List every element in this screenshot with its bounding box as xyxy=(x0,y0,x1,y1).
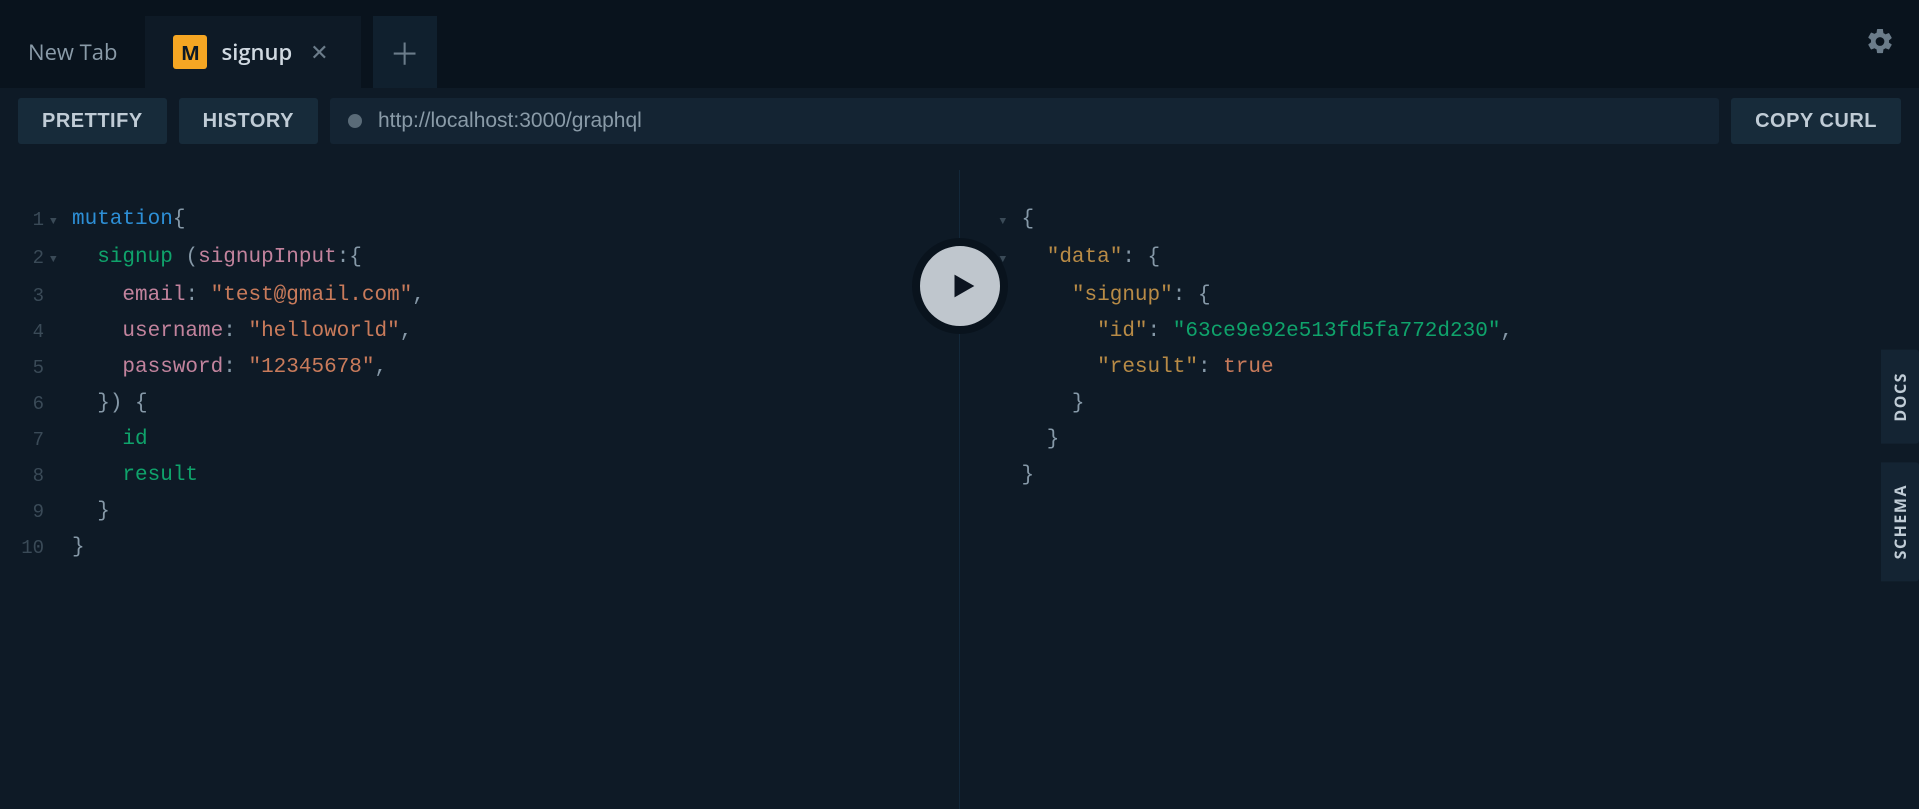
connection-status-icon xyxy=(348,114,362,128)
gear-icon[interactable] xyxy=(1865,27,1895,62)
endpoint-url-field[interactable] xyxy=(378,109,1701,133)
code-line: result xyxy=(68,458,198,494)
code-line: { xyxy=(1018,202,1035,240)
code-line: password: "12345678", xyxy=(68,350,387,386)
line-number: 9 xyxy=(0,494,50,530)
side-tabs: DOCS SCHEMA xyxy=(1881,350,1919,581)
endpoint-input[interactable] xyxy=(330,98,1719,144)
close-icon[interactable]: ✕ xyxy=(306,37,332,67)
code-line: mutation{ xyxy=(68,202,185,240)
code-line: "id": "63ce9e92e513fd5fa772d230", xyxy=(1018,314,1514,350)
tab-signup[interactable]: M signup ✕ xyxy=(145,16,360,88)
code-line: } xyxy=(1018,422,1060,458)
code-line: "data": { xyxy=(1018,240,1161,278)
play-icon xyxy=(946,269,980,303)
execute-button[interactable] xyxy=(912,238,1008,334)
tab-label: signup xyxy=(221,37,292,67)
tab-new[interactable]: New Tab xyxy=(0,16,145,88)
history-button[interactable]: HISTORY xyxy=(179,98,318,144)
code-line: }) { xyxy=(68,386,148,422)
prettify-button[interactable]: PRETTIFY xyxy=(18,98,167,144)
tab-label: New Tab xyxy=(28,37,117,67)
fold-icon[interactable]: ▼ xyxy=(50,240,68,278)
line-number: 1 xyxy=(0,202,50,240)
query-editor[interactable]: 1 ▼ mutation{ 2 ▼ signup (signupInput:{ … xyxy=(0,170,960,809)
response-viewer[interactable]: ▼ { ▼ "data": { "signup": { "id": "63ce9… xyxy=(960,170,1919,809)
code-line: } xyxy=(1018,386,1085,422)
line-number: 2 xyxy=(0,240,50,278)
copy-curl-button[interactable]: COPY CURL xyxy=(1731,98,1901,144)
line-number: 6 xyxy=(0,386,50,422)
code-line: } xyxy=(68,530,85,566)
tab-bar: New Tab M signup ✕ ＋ xyxy=(0,0,1919,88)
mutation-badge-icon: M xyxy=(173,35,207,69)
docs-tab[interactable]: DOCS xyxy=(1881,350,1919,444)
schema-tab[interactable]: SCHEMA xyxy=(1881,462,1919,581)
plus-icon: ＋ xyxy=(390,30,420,74)
code-line: username: "helloworld", xyxy=(68,314,412,350)
code-line: signup (signupInput:{ xyxy=(68,240,362,278)
code-line: "result": true xyxy=(1018,350,1274,386)
toolbar: PRETTIFY HISTORY COPY CURL xyxy=(0,88,1919,154)
code-line: } xyxy=(68,494,110,530)
line-number: 3 xyxy=(0,278,50,314)
code-line: id xyxy=(68,422,148,458)
fold-icon[interactable]: ▼ xyxy=(1000,202,1018,240)
line-number: 8 xyxy=(0,458,50,494)
line-number: 7 xyxy=(0,422,50,458)
fold-icon[interactable]: ▼ xyxy=(50,202,68,240)
tab-add[interactable]: ＋ xyxy=(373,16,437,88)
line-number: 5 xyxy=(0,350,50,386)
code-line: } xyxy=(1018,458,1035,494)
line-number: 10 xyxy=(0,530,50,566)
code-line: "signup": { xyxy=(1018,278,1211,314)
line-number: 4 xyxy=(0,314,50,350)
code-line: email: "test@gmail.com", xyxy=(68,278,425,314)
